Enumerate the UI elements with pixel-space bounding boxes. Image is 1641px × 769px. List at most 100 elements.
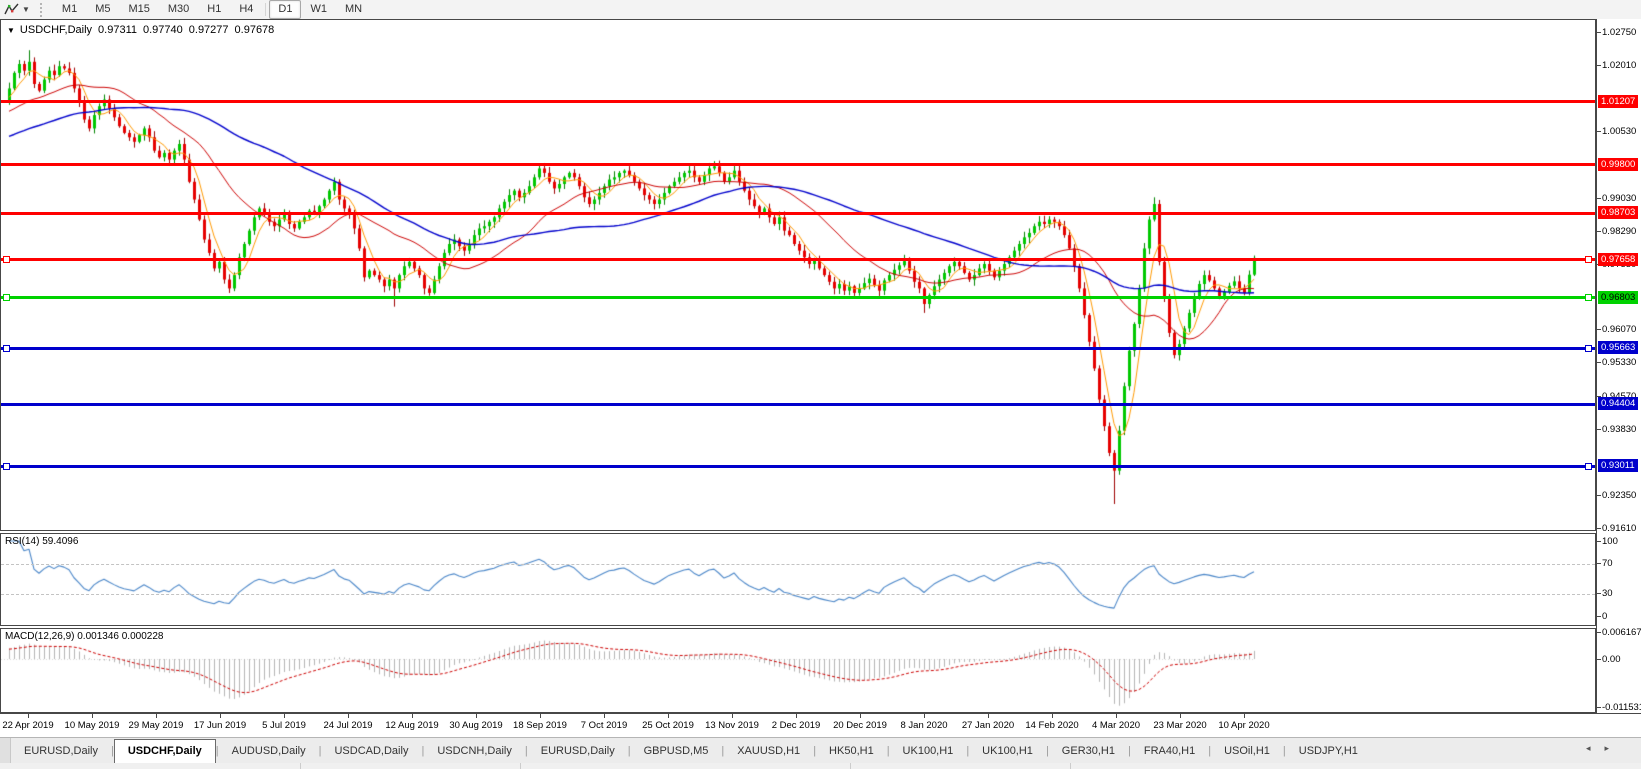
chart-tab-uk100-h1[interactable]: UK100,H1 [890,739,967,763]
date-tick-18-Sep-2019: 18 Sep 2019 [513,720,567,731]
hline-0.93011[interactable] [1,464,1595,468]
chart-title: ▼ USDCHF,Daily 0.97311 0.97740 0.97277 0… [7,24,280,36]
tab-scroll-arrows[interactable]: ◂▸ [1586,743,1623,754]
date-tick-mark [668,714,669,718]
price-badge-0.96803: 0.96803 [1598,290,1639,304]
date-tick-mark [796,714,797,718]
chart-tabs: EURUSD,Daily | USDCHF,Daily | AUDUSD,Daily | U… [11,738,1371,764]
date-tick-25-Oct-2019: 25 Oct 2019 [642,720,694,731]
timeframe-button-h4[interactable]: H4 [230,0,262,19]
hline-handle-0.97658[interactable] [1585,256,1592,264]
date-tick-mark [156,714,157,718]
chart-tab-eurusd-daily[interactable]: EURUSD,Daily [11,739,111,763]
timeframe-button-h1[interactable]: H1 [198,0,230,19]
chart-tab-gbpusd-m5[interactable]: GBPUSD,M5 [631,739,722,763]
hline-handle-0.96803[interactable] [3,294,10,302]
date-tick-14-Feb-2020: 14 Feb 2020 [1025,720,1079,731]
date-tick-10-Apr-2020: 10 Apr 2020 [1218,720,1270,731]
rsi-indicator-panel[interactable]: RSI(14) 59.4096 [0,533,1596,626]
chart-tab-usdcad-daily[interactable]: USDCAD,Daily [321,739,421,763]
price-tick-0.95330: 0.95330 [1596,357,1637,369]
hline-handle-0.95663[interactable] [3,344,10,352]
timeframe-button-mn[interactable]: MN [336,0,371,19]
chart-tab-usoil-h1[interactable]: USOil,H1 [1211,739,1283,763]
chart-tab-usdchf-daily[interactable]: USDCHF,Daily [113,738,216,764]
timeframe-button-m5[interactable]: M5 [86,0,119,19]
chart-tab-hk50-h1[interactable]: HK50,H1 [816,739,887,763]
chart-tab-usdcnh-daily[interactable]: USDCNH,Daily [424,739,525,763]
price-chart-panel[interactable]: ▼ USDCHF,Daily 0.97311 0.97740 0.97277 0… [0,19,1596,531]
date-tick-22-Apr-2019: 22 Apr 2019 [2,720,54,731]
date-tick-17-Jun-2019: 17 Jun 2019 [193,720,247,731]
symbol-label: USDCHF,Daily [19,24,93,36]
date-tick-mark [988,714,989,718]
hline-handle-0.95663[interactable] [1585,344,1592,352]
chart-tab-uk100-h1[interactable]: UK100,H1 [969,739,1046,763]
rsi-canvas[interactable] [1,534,1595,625]
drawing-tool-button[interactable]: ▼ [0,0,34,19]
date-tick-mark [92,714,93,718]
quote-high: 0.97740 [143,24,183,36]
macd-axis-tick--0.011531: -0.011531 [1596,702,1641,713]
timeframe-button-w1[interactable]: W1 [301,0,336,19]
hline-handle-0.97658[interactable] [3,256,10,264]
tab-scroll-right-icon[interactable]: ▸ [1604,743,1623,753]
chart-tab-fra40-h1[interactable]: FRA40,H1 [1131,739,1208,763]
date-tick-5-Jul-2019: 5 Jul 2019 [262,720,306,731]
hline-handle-0.93011[interactable] [3,462,10,470]
date-tick-13-Nov-2019: 13 Nov 2019 [705,720,759,731]
status-strip [0,763,1641,769]
timeframe-button-m1[interactable]: M1 [53,0,86,19]
date-tick-mark [604,714,605,718]
price-tick-0.93830: 0.93830 [1596,423,1637,435]
hline-0.98703[interactable] [1,211,1595,215]
date-tick-24-Jul-2019: 24 Jul 2019 [323,720,373,731]
macd-axis-tick-0.006167: 0.006167 [1597,627,1641,639]
quote-close: 0.97678 [234,24,275,36]
price-axis[interactable]: 1.027501.020101.005300.990300.982900.975… [1596,19,1641,713]
candlestick-canvas[interactable] [1,20,1595,530]
macd-canvas[interactable] [1,629,1595,712]
hline-handle-0.96803[interactable] [1585,294,1592,302]
symbol-dropdown-icon[interactable]: ▼ [7,26,15,35]
hline-0.97658[interactable] [1,258,1595,262]
date-tick-mark [860,714,861,718]
quote-low: 0.97277 [188,24,229,36]
date-tick-29-May-2019: 29 May 2019 [128,720,184,731]
hline-0.94404[interactable] [1,402,1595,406]
hline-handle-0.93011[interactable] [1585,462,1592,470]
chevron-down-icon[interactable]: ▼ [22,5,30,14]
date-tick-4-Mar-2020: 4 Mar 2020 [1091,720,1141,731]
price-badge-0.99800: 0.99800 [1598,157,1639,171]
rsi-level-line-70 [1,563,1595,565]
date-tick-mark [412,714,413,718]
chart-tab-bar: EURUSD,Daily | USDCHF,Daily | AUDUSD,Daily | U… [0,737,1641,764]
price-tick-0.99030: 0.99030 [1596,192,1637,204]
date-tick-mark [28,714,29,718]
timeframe-button-m30[interactable]: M30 [159,0,198,19]
toolbar-grip-handle[interactable] [39,2,47,17]
date-axis[interactable]: 22 Apr 2019 10 May 2019 29 May 2019 17 Jun … [0,713,1641,737]
hline-1.01207[interactable] [1,100,1595,104]
date-tick-20-Dec-2019: 20 Dec 2019 [833,720,887,731]
tab-scroll-left-icon[interactable]: ◂ [1586,743,1605,753]
chart-tab-usdjpy-h1[interactable]: USDJPY,H1 [1286,739,1371,763]
price-badge-0.95663: 0.95663 [1598,341,1639,355]
chart-tab-xauusd-h1[interactable]: XAUUSD,H1 [724,739,813,763]
hline-0.99800[interactable] [1,163,1595,166]
status-strip-separator [850,763,851,769]
hline-0.95663[interactable] [1,346,1595,350]
chart-tab-ger30-h1[interactable]: GER30,H1 [1049,739,1128,763]
date-tick-mark [732,714,733,718]
timeframe-button-d1[interactable]: D1 [269,0,302,19]
chart-tab-eurusd-daily[interactable]: EURUSD,Daily [528,739,628,763]
chart-tab-audusd-daily[interactable]: AUDUSD,Daily [219,739,319,763]
macd-indicator-panel[interactable]: MACD(12,26,9) 0.001346 0.000228 [0,628,1596,713]
price-tick-0.98290: 0.98290 [1596,225,1637,237]
date-tick-30-Aug-2019: 30 Aug 2019 [449,720,503,731]
date-tick-mark [220,714,221,718]
rsi-axis-tick-100: 100 [1597,535,1618,547]
hline-0.96803[interactable] [1,296,1595,300]
rsi-axis-tick-0: 0 [1596,610,1608,622]
timeframe-button-m15[interactable]: M15 [119,0,158,19]
